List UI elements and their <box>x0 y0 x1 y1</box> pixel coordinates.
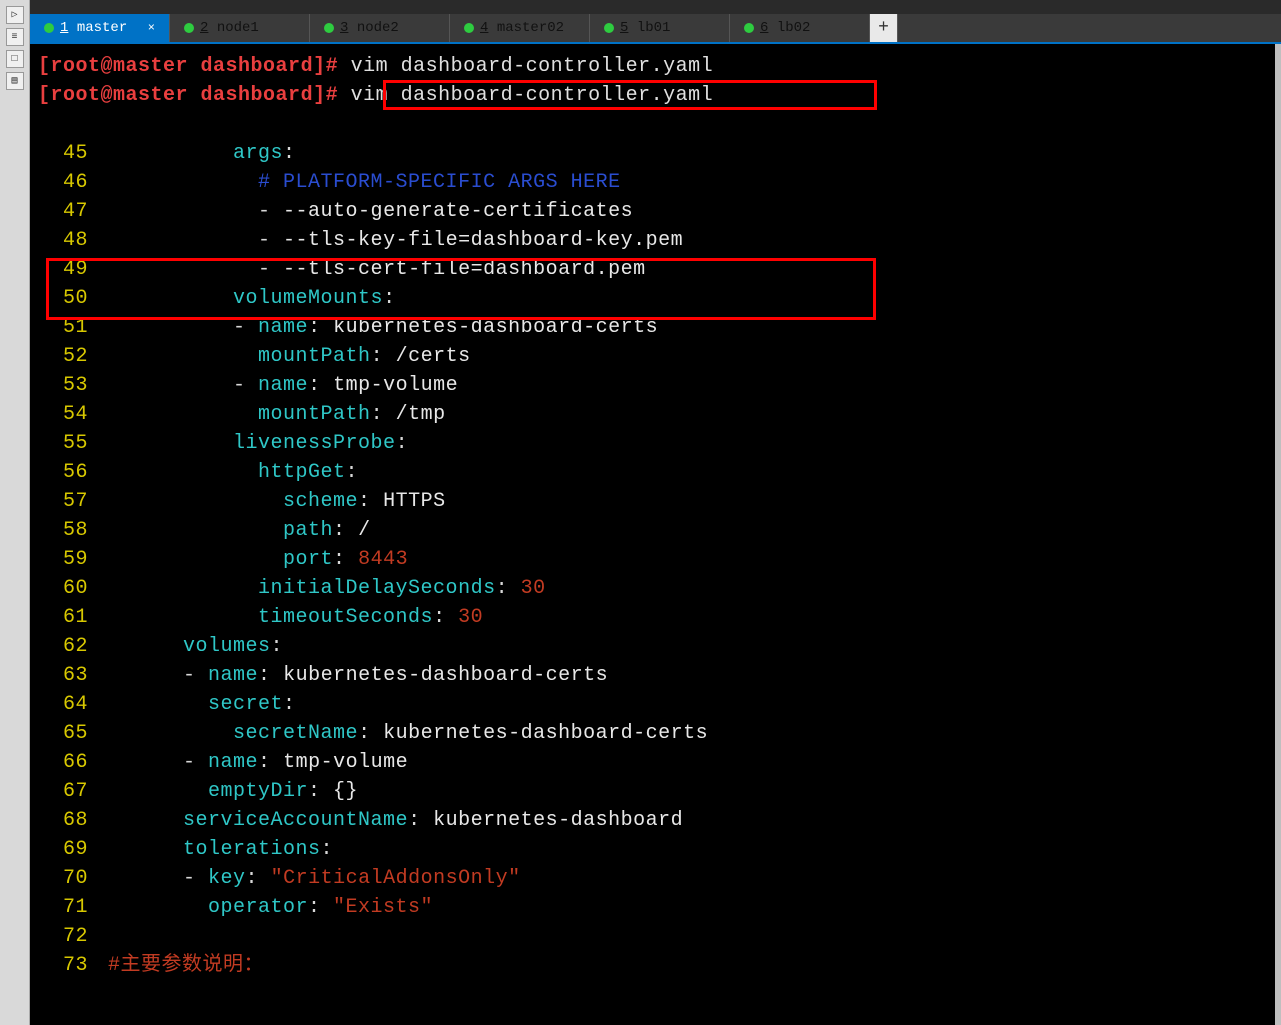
code-line: 52 mountPath: /certs <box>38 342 1275 371</box>
terminal[interactable]: [root@master dashboard]# vim dashboard-c… <box>30 44 1281 1025</box>
tab-label: master02 <box>497 20 564 36</box>
blank-line <box>38 110 1275 139</box>
code-line: 65 secretName: kubernetes-dashboard-cert… <box>38 719 1275 748</box>
tab-label: lb02 <box>777 20 811 36</box>
new-tab-button[interactable]: + <box>870 14 898 42</box>
tab-number: 1 <box>60 20 68 36</box>
status-dot-icon <box>44 23 54 33</box>
tab-lb01[interactable]: 5 lb01 <box>590 14 730 42</box>
tab-node2[interactable]: 3 node2 <box>310 14 450 42</box>
tab-number: 6 <box>760 20 768 36</box>
tab-label: node2 <box>357 20 399 36</box>
code-line: 61 timeoutSeconds: 30 <box>38 603 1275 632</box>
tab-label: node1 <box>217 20 259 36</box>
prompt-line-1: [root@master dashboard]# vim dashboard-c… <box>38 52 1275 81</box>
code-line: 46 # PLATFORM-SPECIFIC ARGS HERE <box>38 168 1275 197</box>
side-btn-1[interactable]: ▷ <box>6 6 24 24</box>
code-line: 58 path: / <box>38 516 1275 545</box>
code-line: 68 serviceAccountName: kubernetes-dashbo… <box>38 806 1275 835</box>
code-line: 67 emptyDir: {} <box>38 777 1275 806</box>
tab-number: 4 <box>480 20 488 36</box>
tab-master[interactable]: 1 master × <box>30 14 170 42</box>
code-line: 64 secret: <box>38 690 1275 719</box>
tab-node1[interactable]: 2 node1 <box>170 14 310 42</box>
code-line: 50 volumeMounts: <box>38 284 1275 313</box>
code-line: 59 port: 8443 <box>38 545 1275 574</box>
code-line: 54 mountPath: /tmp <box>38 400 1275 429</box>
close-icon[interactable]: × <box>148 21 155 35</box>
left-sidebar: ▷ ≡ □ ▤ <box>0 0 30 1025</box>
tab-number: 5 <box>620 20 628 36</box>
status-dot-icon <box>464 23 474 33</box>
code-line: 49 - --tls-cert-file=dashboard.pem <box>38 255 1275 284</box>
code-line: 66 - name: tmp-volume <box>38 748 1275 777</box>
side-btn-3[interactable]: □ <box>6 50 24 68</box>
code-line: 72 <box>38 922 1275 951</box>
code-line: 48 - --tls-key-file=dashboard-key.pem <box>38 226 1275 255</box>
code-line: 69 tolerations: <box>38 835 1275 864</box>
code-line: 57 scheme: HTTPS <box>38 487 1275 516</box>
status-dot-icon <box>324 23 334 33</box>
status-dot-icon <box>744 23 754 33</box>
tab-bar: 1 master × 2 node1 3 node2 4 master02 5 … <box>30 14 1281 44</box>
code-line: 51 - name: kubernetes-dashboard-certs <box>38 313 1275 342</box>
main-area: 1 master × 2 node1 3 node2 4 master02 5 … <box>30 0 1281 1025</box>
code-line: 60 initialDelaySeconds: 30 <box>38 574 1275 603</box>
code-line: 55 livenessProbe: <box>38 429 1275 458</box>
tab-label: lb01 <box>637 20 671 36</box>
status-dot-icon <box>184 23 194 33</box>
app-root: ▷ ≡ □ ▤ 1 master × 2 node1 3 node2 4 mas… <box>0 0 1281 1025</box>
code-line: 71 operator: "Exists" <box>38 893 1275 922</box>
tab-master02[interactable]: 4 master02 <box>450 14 590 42</box>
tab-number: 3 <box>340 20 348 36</box>
code-line: 73#主要参数说明： <box>38 951 1275 980</box>
code-line: 53 - name: tmp-volume <box>38 371 1275 400</box>
code-line: 63 - name: kubernetes-dashboard-certs <box>38 661 1275 690</box>
side-btn-2[interactable]: ≡ <box>6 28 24 46</box>
titlebar <box>30 0 1281 14</box>
code-line: 70 - key: "CriticalAddonsOnly" <box>38 864 1275 893</box>
status-dot-icon <box>604 23 614 33</box>
code-line: 56 httpGet: <box>38 458 1275 487</box>
tab-label: master <box>77 20 127 36</box>
code-line: 47 - --auto-generate-certificates <box>38 197 1275 226</box>
tab-lb02[interactable]: 6 lb02 <box>730 14 870 42</box>
prompt-line-2: [root@master dashboard]# vim dashboard-c… <box>38 81 1275 110</box>
tab-number: 2 <box>200 20 208 36</box>
side-btn-4[interactable]: ▤ <box>6 72 24 90</box>
code-line: 45 args: <box>38 139 1275 168</box>
code-line: 62 volumes: <box>38 632 1275 661</box>
